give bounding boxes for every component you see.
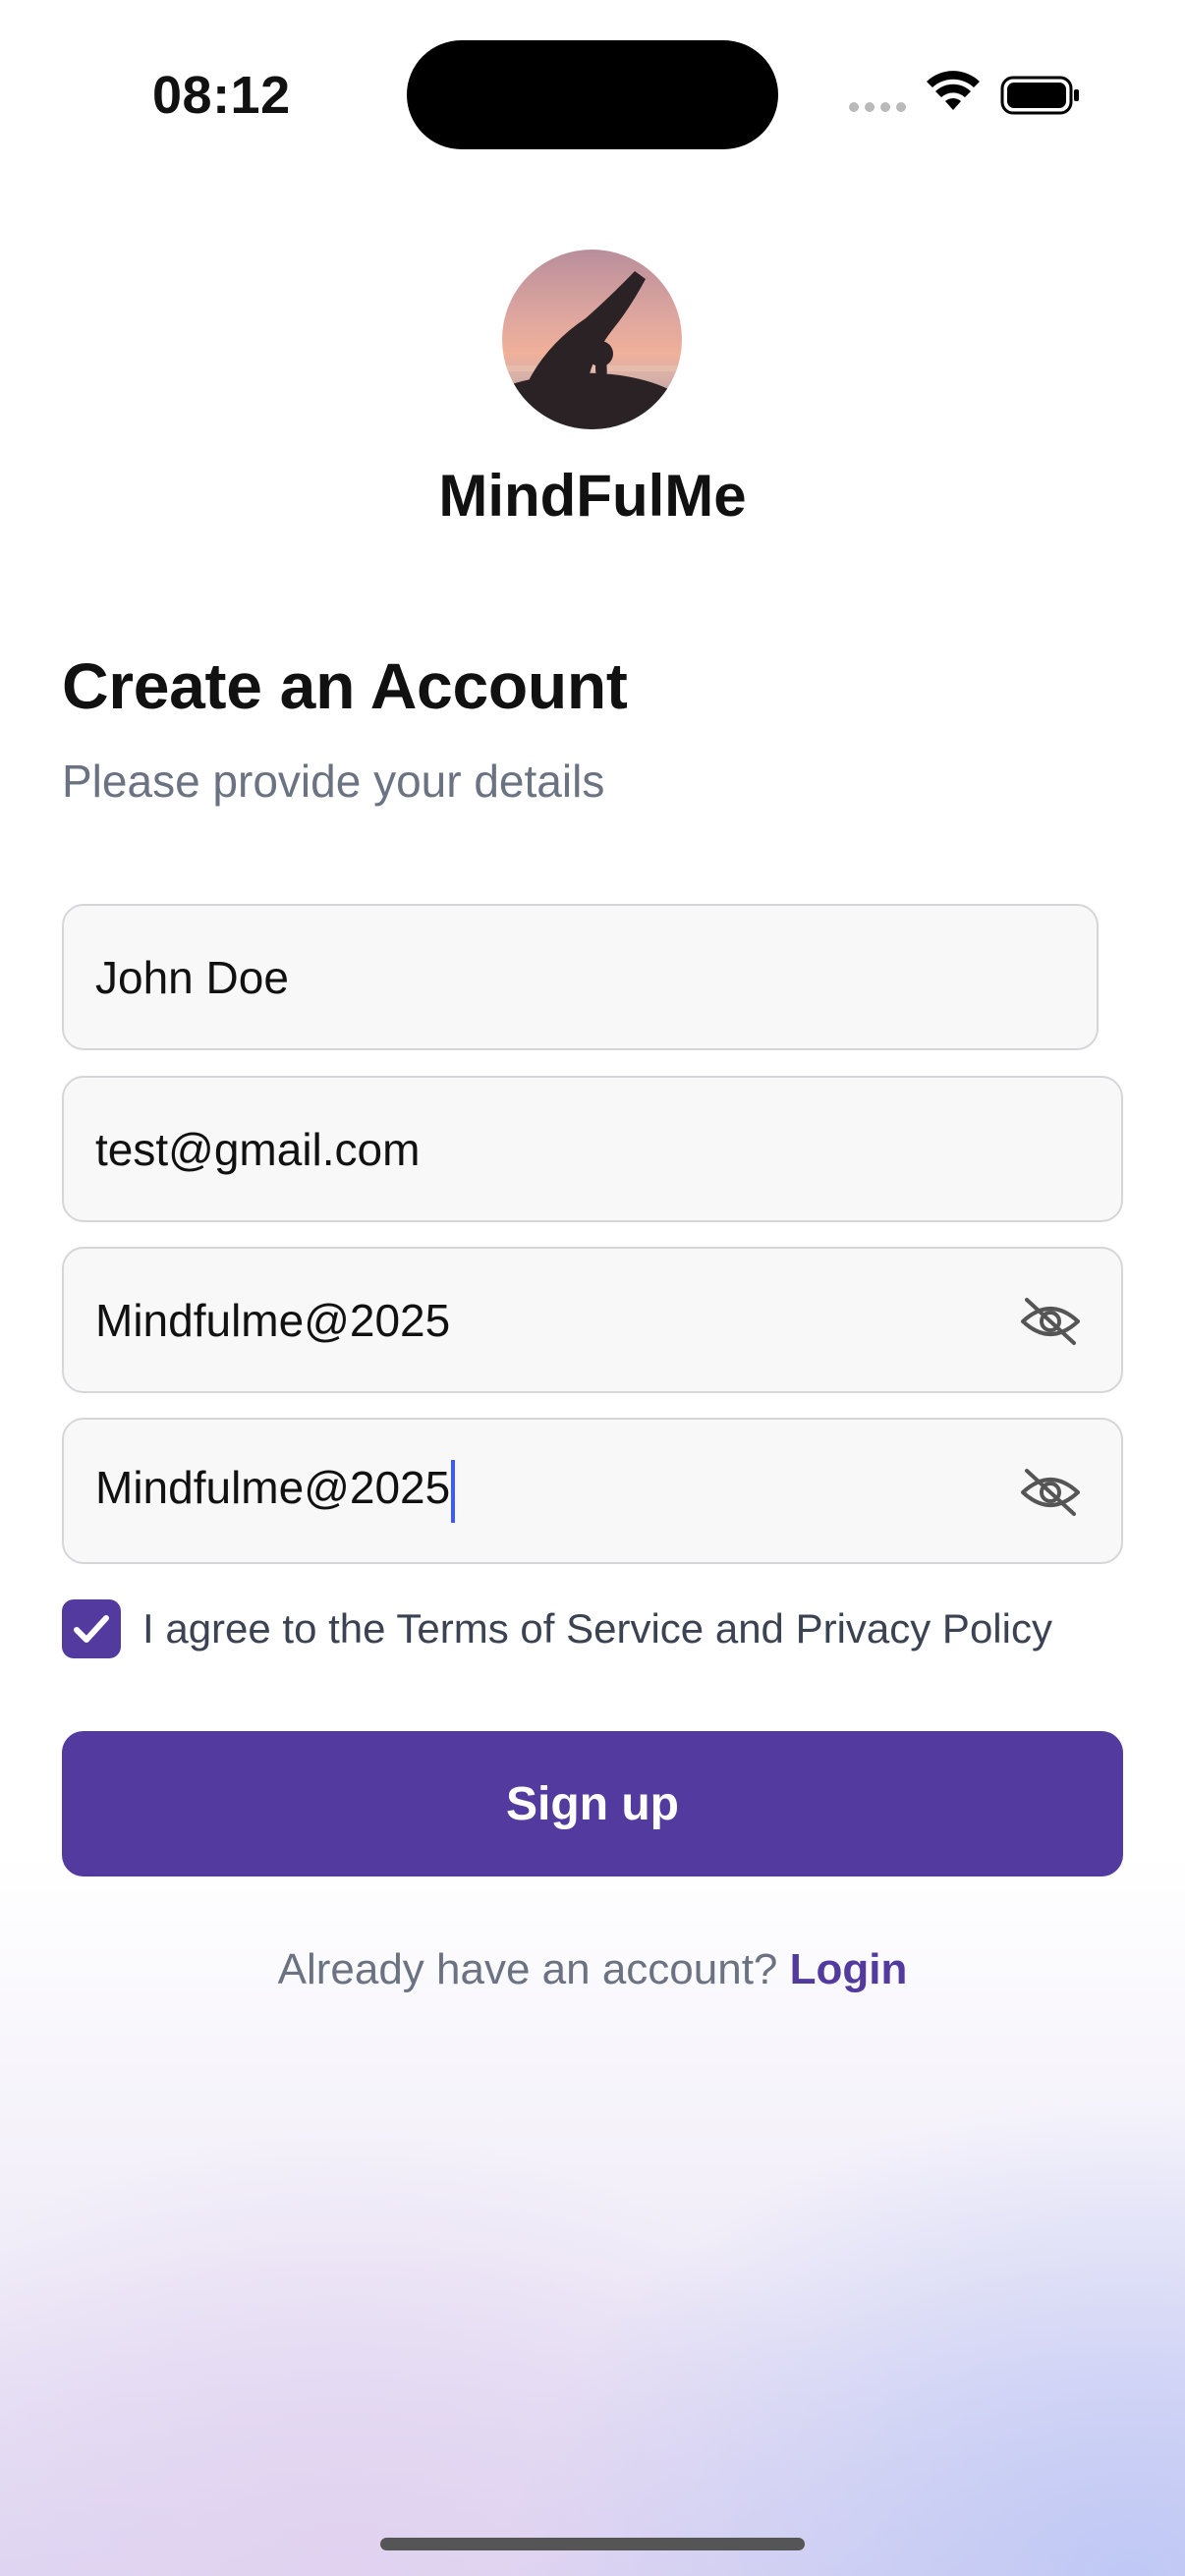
login-link[interactable]: Login: [790, 1945, 908, 1993]
full-name-value: John Doe: [95, 951, 289, 1003]
email-field[interactable]: test@gmail.com: [62, 1076, 1123, 1222]
battery-icon: [1000, 76, 1079, 115]
status-bar: 08:12: [0, 0, 1185, 187]
confirm-password-field[interactable]: Mindfulme@2025: [62, 1418, 1123, 1564]
status-time: 08:12: [152, 66, 291, 125]
terms-checkbox[interactable]: [62, 1599, 121, 1658]
email-value: test@gmail.com: [95, 1123, 421, 1175]
app-logo: [502, 250, 682, 429]
home-indicator[interactable]: [380, 2538, 805, 2550]
dynamic-island: [407, 40, 778, 149]
password-value: Mindfulme@2025: [95, 1294, 451, 1346]
yoga-silhouette-image: [502, 271, 682, 429]
terms-agreement: I agree to the Terms of Service and Priv…: [62, 1599, 1052, 1658]
terms-label[interactable]: I agree to the Terms of Service and Priv…: [142, 1605, 1052, 1652]
sign-up-button[interactable]: Sign up: [62, 1731, 1123, 1876]
checkmark-icon: [74, 1615, 109, 1643]
confirm-password-value: Mindfulme@2025: [95, 1459, 456, 1523]
signal-dots-icon: [849, 102, 906, 112]
wifi-icon: [927, 71, 980, 110]
login-prompt-text: Already have an account?: [277, 1945, 790, 1993]
page-title: Create an Account: [62, 649, 628, 722]
eye-off-icon[interactable]: [1019, 1292, 1082, 1351]
page-subtitle: Please provide your details: [62, 756, 605, 807]
password-field[interactable]: Mindfulme@2025: [62, 1247, 1123, 1393]
login-prompt: Already have an account? Login: [0, 1945, 1185, 1994]
app-name: MindFulMe: [438, 463, 747, 529]
text-caret: [451, 1459, 456, 1523]
full-name-field[interactable]: John Doe: [62, 904, 1099, 1050]
eye-off-icon[interactable]: [1019, 1463, 1082, 1522]
